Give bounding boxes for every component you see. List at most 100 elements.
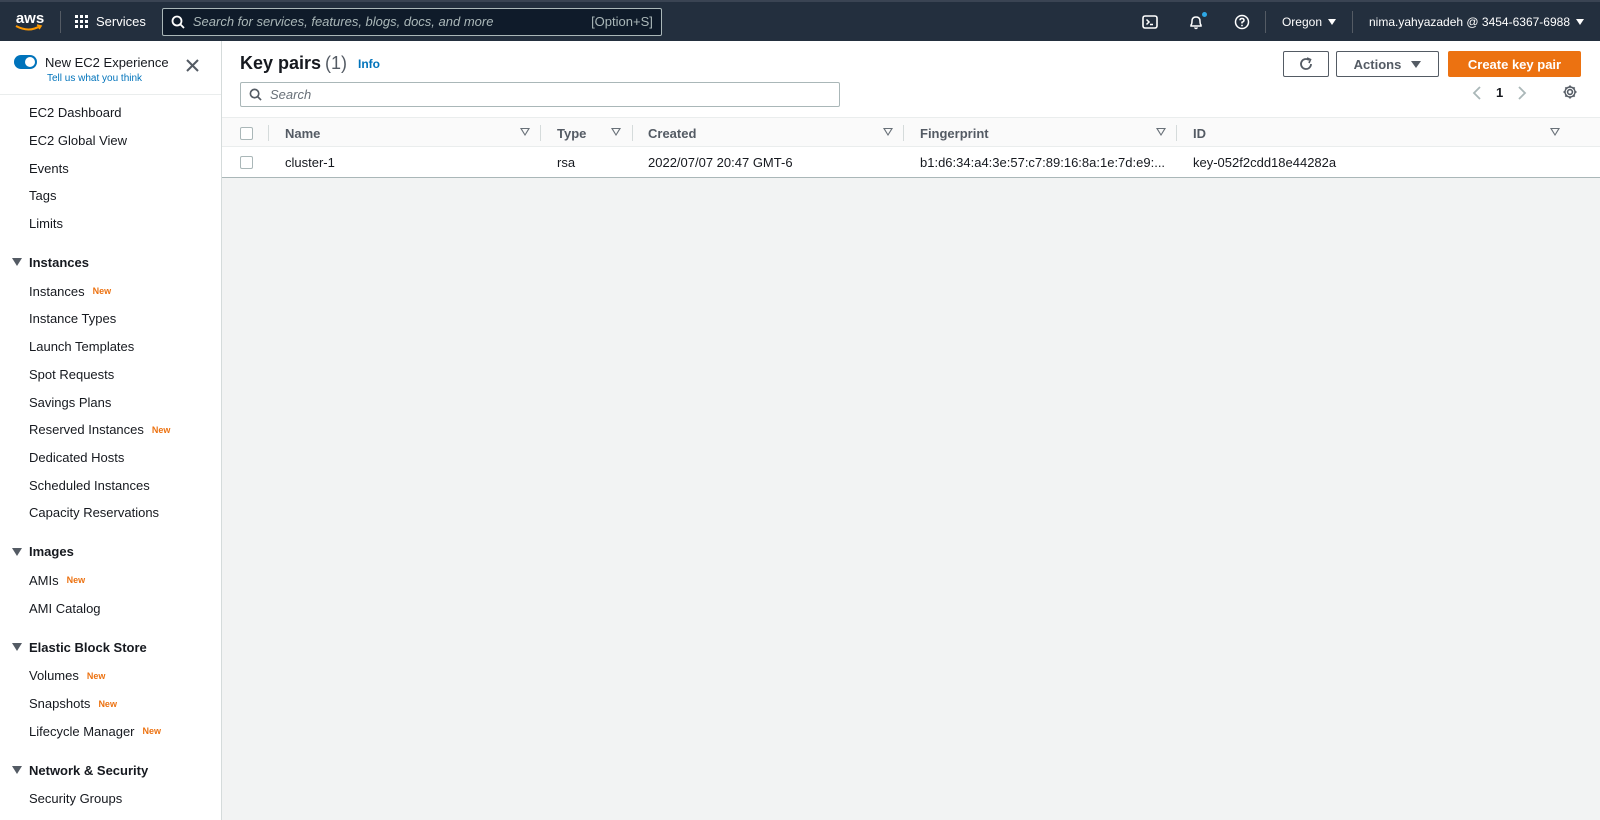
info-link[interactable]: Info bbox=[358, 57, 380, 71]
sidebar-item-snapshots[interactable]: Snapshots New bbox=[0, 690, 221, 718]
refresh-button[interactable] bbox=[1283, 51, 1329, 77]
sidebar-item-capacity-reservations[interactable]: Capacity Reservations bbox=[0, 499, 221, 527]
sort-icon[interactable] bbox=[611, 128, 621, 136]
column-header-label: Fingerprint bbox=[920, 125, 989, 141]
sidebar-item-ec2-global-view[interactable]: EC2 Global View bbox=[0, 127, 221, 155]
cell-fingerprint: b1:d6:34:a4:3e:57:c7:89:16:8a:1e:7d:e9:.… bbox=[920, 154, 1166, 170]
sidebar-section-label: Images bbox=[29, 544, 74, 560]
sidebar-item-launch-templates[interactable]: Launch Templates bbox=[0, 333, 221, 361]
column-header-type[interactable]: Type bbox=[557, 118, 586, 148]
sidebar-item-ami-catalog[interactable]: AMI Catalog bbox=[0, 594, 221, 622]
close-icon[interactable] bbox=[186, 59, 199, 72]
sort-icon[interactable] bbox=[520, 128, 530, 136]
item-count: (1) bbox=[325, 53, 348, 73]
column-divider bbox=[903, 125, 904, 141]
new-badge: New bbox=[66, 575, 86, 586]
sort-icon[interactable] bbox=[1156, 128, 1166, 136]
sidebar-section-network-security[interactable]: Network & Security bbox=[0, 755, 221, 785]
sidebar-item-label: Instance Types bbox=[29, 311, 117, 327]
search-icon bbox=[249, 88, 262, 101]
sort-icon[interactable] bbox=[883, 128, 893, 136]
column-header-label: Name bbox=[285, 125, 321, 141]
sort-icon[interactable] bbox=[1550, 128, 1560, 136]
page-title: Key pairs (1) bbox=[240, 53, 347, 74]
search-placeholder: Search bbox=[270, 87, 312, 102]
feedback-link[interactable]: Tell us what you think bbox=[47, 73, 142, 84]
sidebar-item-savings-plans[interactable]: Savings Plans bbox=[0, 388, 221, 416]
global-search-input[interactable]: Search for services, features, blogs, do… bbox=[161, 7, 662, 36]
column-header-label: Created bbox=[648, 125, 697, 141]
sidebar-item-events[interactable]: Events bbox=[0, 154, 221, 182]
actions-button[interactable]: Actions bbox=[1336, 51, 1439, 77]
region-selector[interactable]: Oregon bbox=[1264, 10, 1352, 33]
chevron-right-icon[interactable] bbox=[1517, 85, 1527, 100]
new-experience-panel: New EC2 Experience Tell us what you thin… bbox=[0, 41, 221, 95]
services-label: Services bbox=[96, 14, 146, 29]
sidebar-item-label: Scheduled Instances bbox=[29, 477, 150, 493]
column-divider bbox=[268, 125, 269, 141]
sidebar-item-instances[interactable]: Instances New bbox=[0, 277, 221, 305]
top-navigation: aws Services Search for services, featur… bbox=[0, 0, 1600, 41]
column-header-id[interactable]: ID bbox=[1193, 118, 1206, 148]
new-badge: New bbox=[86, 670, 106, 681]
sidebar-item-dedicated-hosts[interactable]: Dedicated Hosts bbox=[0, 444, 221, 472]
sidebar-item-limits[interactable]: Limits bbox=[0, 210, 221, 238]
column-header-name[interactable]: Name bbox=[285, 118, 320, 148]
table-row[interactable]: cluster-1 rsa 2022/07/07 20:47 GMT-6 b1:… bbox=[222, 147, 1600, 177]
search-icon bbox=[171, 15, 185, 29]
sidebar-item-instance-types[interactable]: Instance Types bbox=[0, 305, 221, 333]
sidebar-item-security-groups[interactable]: Security Groups bbox=[0, 785, 221, 813]
sidebar-item-spot-requests[interactable]: Spot Requests bbox=[0, 361, 221, 389]
bell-icon[interactable] bbox=[1173, 2, 1219, 41]
column-header-label: ID bbox=[1193, 125, 1206, 141]
caret-down-icon bbox=[12, 766, 22, 775]
chevron-down-icon bbox=[1576, 18, 1584, 25]
services-menu[interactable]: Services bbox=[61, 2, 160, 41]
search-input[interactable]: Search bbox=[240, 82, 840, 107]
sidebar-section-instances[interactable]: Instances bbox=[0, 247, 221, 277]
sidebar-item-label: Security Groups bbox=[29, 791, 123, 807]
sidebar-item-volumes[interactable]: Volumes New bbox=[0, 662, 221, 690]
sidebar-item-lifecycle-manager[interactable]: Lifecycle Manager New bbox=[0, 717, 221, 745]
main-content: Key pairs (1) Info Actions Create key pai… bbox=[222, 41, 1600, 820]
table-header: Name Type Created Fingerprint ID bbox=[222, 117, 1600, 147]
cell-id: key-052f2cdd18e44282a bbox=[1193, 154, 1337, 170]
global-search-placeholder: Search for services, features, blogs, do… bbox=[192, 14, 494, 29]
chevron-left-icon[interactable] bbox=[1472, 85, 1482, 100]
select-all-checkbox[interactable] bbox=[240, 118, 253, 148]
new-badge: New bbox=[98, 698, 117, 709]
key-pairs-table: Name Type Created Fingerprint ID cluster… bbox=[222, 117, 1600, 177]
sidebar-item-label: Dedicated Hosts bbox=[29, 449, 125, 465]
row-checkbox[interactable] bbox=[240, 147, 253, 177]
sidebar-item-label: EC2 Global View bbox=[29, 133, 128, 149]
pagination: 1 bbox=[1472, 85, 1527, 100]
aws-smile-icon bbox=[15, 24, 43, 31]
sidebar-item-ec2-dashboard[interactable]: EC2 Dashboard bbox=[0, 99, 221, 127]
notification-dot bbox=[1201, 12, 1207, 17]
sidebar-section-images[interactable]: Images bbox=[0, 537, 221, 567]
column-header-fingerprint[interactable]: Fingerprint bbox=[920, 118, 989, 148]
page-number[interactable]: 1 bbox=[1496, 85, 1503, 100]
sidebar-item-label: Launch Templates bbox=[29, 339, 135, 355]
aws-logo[interactable]: aws bbox=[0, 2, 60, 41]
sidebar-item-amis[interactable]: AMIs New bbox=[0, 567, 221, 595]
column-header-created[interactable]: Created bbox=[648, 118, 696, 148]
sidebar-section-label: Network & Security bbox=[29, 762, 149, 778]
column-divider bbox=[632, 125, 633, 141]
gear-icon[interactable] bbox=[1562, 84, 1578, 100]
refresh-icon bbox=[1300, 57, 1312, 70]
help-icon[interactable] bbox=[1219, 2, 1265, 41]
sidebar-item-label: Snapshots bbox=[29, 696, 91, 712]
sidebar-section-label: Elastic Block Store bbox=[29, 639, 147, 655]
sidebar-section-elastic-block-store[interactable]: Elastic Block Store bbox=[0, 632, 221, 662]
account-menu[interactable]: nima.yahyazadeh @ 3454-6367-6988 bbox=[1352, 10, 1600, 33]
cloudshell-icon[interactable] bbox=[1127, 2, 1173, 41]
sidebar-item-tags[interactable]: Tags bbox=[0, 182, 221, 210]
chevron-down-icon bbox=[1328, 18, 1336, 25]
new-experience-toggle[interactable] bbox=[14, 55, 37, 69]
sidebar-item-scheduled-instances[interactable]: Scheduled Instances bbox=[0, 471, 221, 499]
sidebar-item-reserved-instances[interactable]: Reserved Instances New bbox=[0, 416, 221, 444]
create-key-pair-button[interactable]: Create key pair bbox=[1448, 51, 1581, 77]
sidebar-item-label: EC2 Dashboard bbox=[29, 105, 122, 121]
grid-icon bbox=[75, 15, 88, 28]
